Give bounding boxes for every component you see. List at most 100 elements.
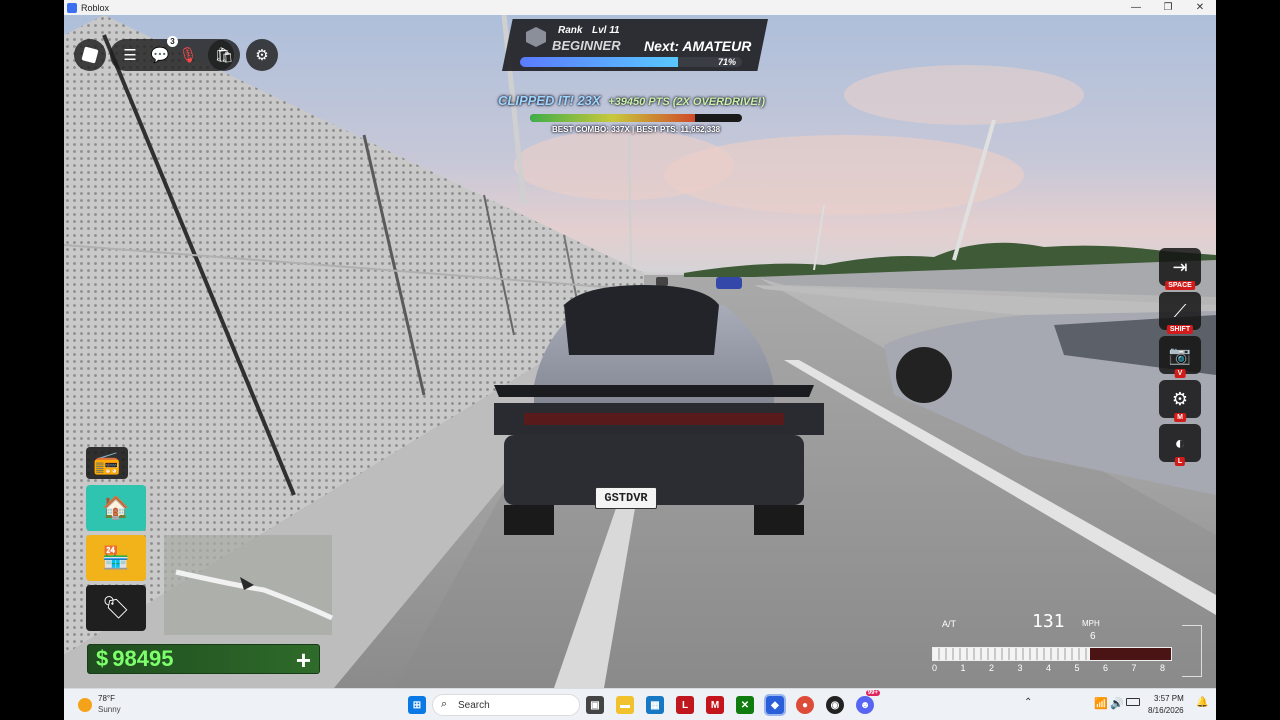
app-dark-button[interactable]: ◉	[826, 696, 844, 714]
discord-icon: ☻	[859, 699, 871, 711]
roblox-logo-icon	[81, 46, 99, 64]
mcafee-button[interactable]: M	[706, 696, 724, 714]
radio-button[interactable]: 📻	[86, 447, 128, 479]
tray-chevron-icon[interactable]: ⌃	[1024, 697, 1032, 708]
combo-display: CLIPPED IT! 23X +39450 PTS (2X OVERDRIVE…	[498, 93, 788, 134]
key-l-label: L	[1174, 457, 1186, 466]
task-view-button[interactable]: ▣	[586, 696, 604, 714]
rpm-tick-label: 4	[1046, 663, 1052, 673]
clock-date[interactable]: 8/16/2026	[1148, 706, 1184, 715]
chat-icon: 💬	[150, 47, 170, 64]
shop-icon: 🏪	[102, 545, 130, 570]
chrome-button[interactable]: ●	[796, 696, 814, 714]
game-viewport[interactable]: GSTDVR ☰ 💬 3 🎙 🛍 ⚙ Rank Lvl 11 BEGINNER	[64, 15, 1216, 688]
menu-icon: ☰	[123, 47, 137, 64]
maximize-button[interactable]: ❐	[1152, 0, 1184, 15]
roblox-taskbar-button[interactable]: ◆	[764, 694, 786, 716]
rpm-tick-label: 0	[932, 663, 938, 673]
notification-bell-icon[interactable]: 🔔	[1196, 697, 1208, 708]
search-icon: ⌕	[441, 698, 448, 710]
money-amount: 98495	[112, 646, 174, 671]
currency-symbol: $	[96, 646, 109, 671]
rpm-ticks: 0 1 2 3 4 5 6 7 8	[932, 663, 1172, 675]
rank-panel: Rank Lvl 11 BEGINNER Next: AMATEUR 71%	[502, 19, 768, 71]
mic-button[interactable]: 🎙	[172, 39, 204, 71]
weather-text: Sunny	[98, 705, 121, 714]
roblox-menu-button[interactable]	[74, 39, 106, 71]
rpm-bar	[932, 647, 1172, 661]
mic-icon: 🎙	[178, 47, 198, 64]
money-display: $ 98495 +	[87, 644, 320, 675]
taskbar-search[interactable]: ⌕ Search	[432, 694, 580, 716]
battery-icon[interactable]	[1126, 698, 1140, 706]
app-l-button[interactable]: L	[676, 696, 694, 714]
discord-button[interactable]: ☻ 99+	[856, 690, 880, 714]
radio-icon: 📻	[93, 450, 121, 475]
menu-button[interactable]: ☰	[114, 39, 146, 71]
license-plate-text: GSTDVR	[604, 491, 648, 505]
xbox-button[interactable]: ✕	[736, 696, 754, 714]
title-bar: Roblox — ❐ ✕	[64, 0, 1216, 15]
minimize-button[interactable]: —	[1120, 0, 1152, 15]
desktop: Roblox — ❐ ✕ GSTDVR ☰ 💬 3 🎙 🛍 ⚙ Rank Lvl…	[0, 0, 1280, 720]
rank-next: Next: AMATEUR	[644, 38, 752, 54]
shop-button[interactable]: 🏪	[86, 535, 146, 581]
store-button[interactable]: ▦	[646, 696, 664, 714]
add-money-button[interactable]: +	[296, 645, 311, 675]
rpm-tick-label: 2	[989, 663, 995, 673]
garage-button[interactable]: 🏠	[86, 485, 146, 531]
headlights-button[interactable]: ◐ L	[1159, 424, 1201, 466]
garage-icon: 🏠	[102, 495, 130, 520]
rpm-fill	[933, 648, 1091, 660]
taskbar: 78°F Sunny ⊞ ⌕ Search ▣ ▬ ▦ L M ✕ ◆ ● ◉ …	[64, 688, 1216, 720]
roblox-window: Roblox — ❐ ✕ GSTDVR ☰ 💬 3 🎙 🛍 ⚙ Rank Lvl…	[64, 0, 1216, 688]
camera-button[interactable]: 📷 V	[1159, 336, 1201, 378]
rpm-bracket	[1182, 625, 1202, 677]
rank-progress-bar	[520, 57, 742, 67]
rpm-tick-label: 5	[1074, 663, 1080, 673]
rpm-tick-label: 6	[1103, 663, 1109, 673]
rpm-tick-label: 1	[960, 663, 966, 673]
combo-meter	[530, 114, 742, 122]
volume-icon[interactable]: 🔊	[1110, 697, 1124, 710]
combo-meter-fill	[530, 114, 696, 122]
xbox-icon: ✕	[740, 699, 750, 711]
combo-best: BEST COMBO: 337X | BEST PTS: 11,652,338	[552, 125, 721, 134]
backpack-icon: 🛍	[214, 47, 234, 64]
windows-icon: ⊞	[412, 699, 422, 711]
backpack-button[interactable]: 🛍	[208, 39, 240, 71]
exit-vehicle-button[interactable]: ⇥ SPACE	[1159, 248, 1201, 290]
gear-indicator: 6	[1090, 631, 1096, 642]
combo-points: +39450 PTS (2X OVERDRIVE!)	[608, 96, 766, 108]
rank-level: Lvl 11	[592, 25, 620, 36]
rpm-tick-label: 3	[1017, 663, 1023, 673]
car-tag-icon: 🏷	[102, 595, 130, 620]
handbrake-button[interactable]: ⟋ SHIFT	[1159, 292, 1201, 334]
gearbox-icon: ⚙	[1171, 388, 1189, 409]
rank-current: BEGINNER	[552, 38, 621, 53]
rpm-tick-label: 7	[1131, 663, 1137, 673]
weather-temp: 78°F	[98, 694, 115, 703]
speed-value: 131	[1032, 611, 1065, 632]
search-placeholder: Search	[458, 700, 490, 711]
start-button[interactable]: ⊞	[408, 696, 426, 714]
gearbox-button[interactable]: ⚙ M	[1159, 380, 1201, 422]
key-shift-label: SHIFT	[1166, 325, 1194, 334]
combo-title: CLIPPED IT! 23X	[498, 93, 601, 108]
network-icon[interactable]: 📶	[1094, 697, 1108, 710]
camera-icon: 📷	[1168, 344, 1192, 365]
transmission-mode: A/T	[942, 619, 957, 629]
settings-icon: ⚙	[255, 47, 269, 64]
roblox-icon: ◆	[771, 699, 779, 711]
file-explorer-button[interactable]: ▬	[616, 696, 634, 714]
store-icon: ▦	[650, 699, 660, 711]
headlights-icon: ◐	[1174, 432, 1186, 453]
dealership-button[interactable]: 🏷	[86, 585, 146, 631]
shield-icon: M	[710, 699, 720, 711]
app-dark-icon: ◉	[830, 699, 840, 711]
speed-unit: MPH	[1082, 619, 1100, 628]
clock-time[interactable]: 3:57 PM	[1154, 694, 1184, 703]
settings-button[interactable]: ⚙	[246, 39, 278, 71]
close-button[interactable]: ✕	[1184, 0, 1216, 15]
rank-label: Rank	[558, 25, 583, 36]
